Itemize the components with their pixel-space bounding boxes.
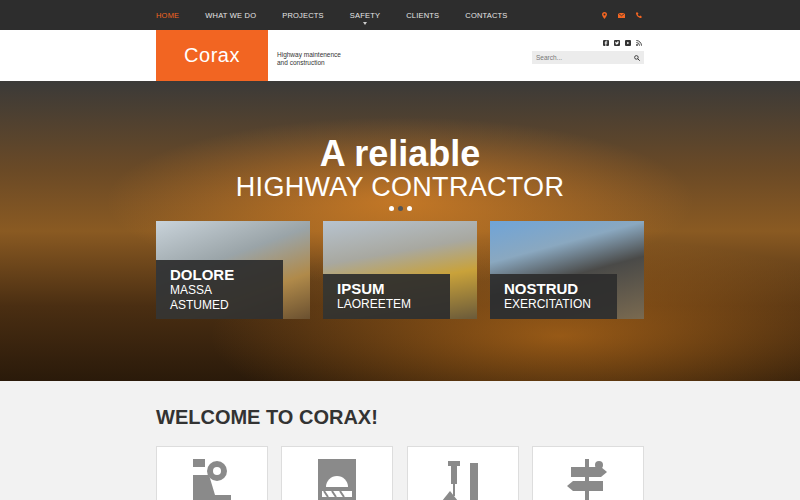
welcome-section: WELCOME TO CORAX! <box>0 381 800 500</box>
hero-inner: A reliableHIGHWAY CONTRACTOR DOLOREMASSA … <box>156 136 644 319</box>
rss-icon[interactable] <box>636 40 642 46</box>
card-label: IPSUMLAOREETEM <box>323 274 450 319</box>
card-label: DOLOREMASSA ASTUMED <box>156 260 283 319</box>
nav-item[interactable]: HOME <box>156 11 179 20</box>
header-right <box>532 30 644 81</box>
slider-dot[interactable] <box>398 206 403 211</box>
site-header: CoraxHighway maintenenceand construction <box>0 30 800 81</box>
submenu-caret-icon <box>363 22 367 25</box>
card-title: IPSUM <box>337 280 436 297</box>
barrier-icon <box>314 457 360 500</box>
feature-card[interactable]: NOSTRUDEXERCITATION <box>490 221 644 319</box>
card-title: NOSTRUD <box>504 280 603 297</box>
search-input[interactable] <box>536 54 634 61</box>
hero-subtitle: HIGHWAY CONTRACTOR <box>156 172 644 202</box>
welcome-inner: WELCOME TO CORAX! <box>156 405 644 500</box>
nav-item[interactable]: CONTACTS <box>465 11 507 20</box>
service-box[interactable] <box>407 446 519 500</box>
card-title: DOLORE <box>170 266 269 283</box>
facebook-icon[interactable] <box>603 40 609 46</box>
hero-slider: A reliableHIGHWAY CONTRACTOR DOLOREMASSA … <box>0 81 800 381</box>
nav-item[interactable]: PROJECTS <box>282 11 324 20</box>
card-subtitle: EXERCITATION <box>504 297 603 312</box>
map-pin-icon[interactable] <box>602 12 607 19</box>
twitter-icon[interactable] <box>614 40 620 46</box>
search-box <box>532 51 644 64</box>
welcome-title: WELCOME TO CORAX! <box>156 405 644 429</box>
tagline-line: and construction <box>277 59 341 67</box>
nav-item[interactable]: CLIENTS <box>406 11 439 20</box>
service-box[interactable] <box>532 446 644 500</box>
tagline: Highway maintenenceand construction <box>268 30 341 81</box>
phone-icon[interactable] <box>636 12 642 18</box>
nav-item[interactable]: WHAT WE DO <box>205 11 256 20</box>
card-subtitle: LAOREETEM <box>337 297 436 312</box>
contact-icons <box>602 12 642 19</box>
top-bar-inner: HOME WHAT WE DO PROJECTS SAFETY CLIENTS CONTA… <box>156 0 644 30</box>
card-label: NOSTRUDEXERCITATION <box>490 274 617 319</box>
search-icon[interactable] <box>634 55 640 61</box>
main-nav: HOME WHAT WE DO PROJECTS SAFETY CLIENTS CONTA… <box>156 11 508 20</box>
logo[interactable]: Corax <box>156 30 268 81</box>
hero-title: A reliable <box>156 136 644 172</box>
top-bar: HOME WHAT WE DO PROJECTS SAFETY CLIENTS CONTA… <box>0 0 800 30</box>
header-inner: CoraxHighway maintenenceand construction <box>156 30 644 81</box>
social-icons <box>603 40 642 46</box>
slider-dot[interactable] <box>407 206 412 211</box>
jackhammer-icon <box>440 457 486 500</box>
card-subtitle: MASSA ASTUMED <box>170 283 269 313</box>
slider-dots <box>156 206 644 212</box>
service-boxes <box>156 446 644 500</box>
feature-card[interactable]: IPSUMLAOREETEM <box>323 221 477 319</box>
sign-icon <box>565 457 611 500</box>
slider-dot[interactable] <box>389 206 394 211</box>
service-box[interactable] <box>156 446 268 500</box>
feature-card[interactable]: DOLOREMASSA ASTUMED <box>156 221 310 319</box>
envelope-icon[interactable] <box>618 13 625 18</box>
tagline-line: Highway maintenence <box>277 51 341 59</box>
feature-cards: DOLOREMASSA ASTUMED IPSUMLAOREETEM NOSTRUD… <box>156 221 644 319</box>
nav-item[interactable]: SAFETY <box>350 11 380 20</box>
roller-icon <box>189 457 235 500</box>
youtube-icon[interactable] <box>625 40 631 46</box>
service-box[interactable] <box>281 446 393 500</box>
